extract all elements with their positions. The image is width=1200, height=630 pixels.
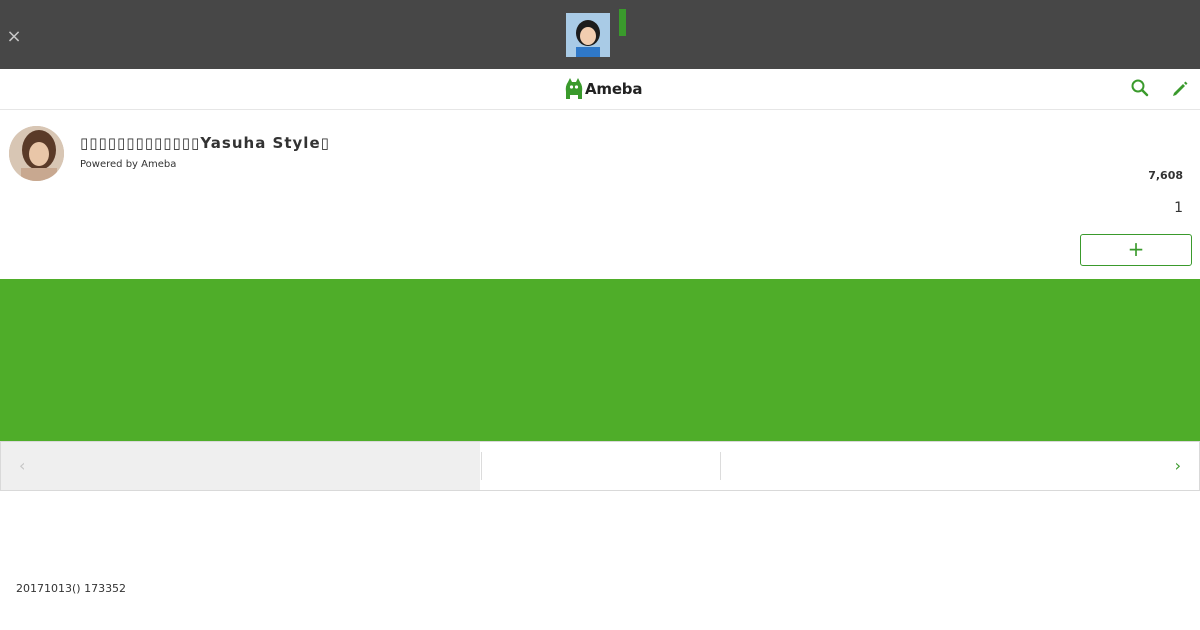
entry-nav: ‹ › [0,441,1200,491]
banner-avatar[interactable] [566,13,610,57]
entry-date: 20171013() 173352 [16,582,127,595]
powered-by-label: Powered by Ameba [80,159,177,170]
blog-title[interactable]: ▯▯▯▯▯▯▯▯▯▯▯▯▯Yasuha Style▯ [80,134,330,152]
post-count: 1 [1174,200,1183,216]
blog-avatar[interactable] [9,126,64,181]
blog-title-prefix: ▯▯▯▯▯▯▯▯▯▯▯▯▯ [80,134,201,152]
write-post-button[interactable] [1171,78,1189,98]
next-entry-button[interactable]: › [721,442,1199,490]
blog-title-suffix: ▯ [320,134,330,152]
logo-text: Ameba [585,80,643,98]
blog-title-text: Yasuha Style [200,134,321,152]
chevron-left-icon: ‹ [19,456,26,475]
ameba-logo[interactable]: Ameba [565,77,642,101]
pencil-icon [1173,81,1188,96]
prev-entry-button[interactable]: ‹ [1,442,480,490]
top-banner: × [0,0,1200,69]
close-icon: × [6,26,22,47]
ameba-mascot-icon [565,78,583,99]
search-button[interactable] [1130,78,1150,98]
chevron-right-icon: › [1174,456,1181,475]
close-button[interactable]: × [4,27,24,47]
plus-icon: + [1127,237,1145,261]
nav-divider [481,452,482,480]
reader-count: 7,608 [1148,169,1183,182]
hero-banner [0,279,1200,441]
banner-indicator [619,9,626,36]
search-icon [1131,79,1149,97]
follow-button[interactable]: + [1080,234,1192,266]
app-header: Ameba [0,69,1200,110]
